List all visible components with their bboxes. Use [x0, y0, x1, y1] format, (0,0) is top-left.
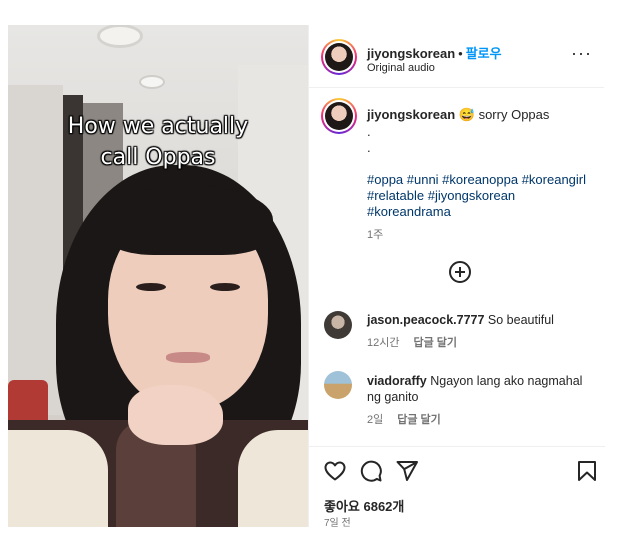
send-icon[interactable] [395, 459, 419, 483]
audio-link[interactable]: Original audio [367, 62, 435, 74]
posted-time[interactable]: 7일 전 [324, 514, 351, 529]
separator-dot: • [458, 46, 463, 61]
author-avatar[interactable] [321, 39, 357, 75]
heart-icon[interactable] [323, 459, 347, 483]
video-text-overlay: How we actually call Oppas [8, 111, 308, 173]
comments-section: jiyongskorean 😅 sorry Oppas . . #oppa #u… [309, 88, 605, 446]
action-bar: 좋아요 6862개 7일 전 [309, 446, 605, 529]
caption-emoji: 😅 [458, 107, 475, 122]
author-line: jiyongskorean • 팔로우 [367, 43, 502, 62]
comment-item: jason.peacock.7777 So beautiful [367, 312, 597, 328]
person-eye-right [210, 283, 240, 291]
caption-text: sorry Oppas [478, 107, 550, 122]
comment-text: So beautiful [487, 313, 554, 327]
caption-line: jiyongskorean 😅 sorry Oppas [367, 107, 549, 123]
bookmark-icon[interactable] [575, 459, 599, 483]
post-side-panel: jiyongskorean • 팔로우 Original audio ··· jiy… [308, 25, 605, 529]
ceiling-light-small [141, 77, 163, 87]
likes-count[interactable]: 좋아요 6862개 [324, 496, 404, 515]
ceiling-light [100, 27, 140, 45]
comment-item: viadoraffy Ngayon lang ako nagmahal ng g… [367, 373, 597, 405]
overlay-line-1: How we actually [67, 114, 249, 139]
caption-avatar[interactable] [321, 98, 357, 134]
caption-dot-1: . [367, 124, 371, 139]
reply-button[interactable]: 답글 달기 [397, 414, 441, 426]
comment-username[interactable]: jason.peacock.7777 [367, 313, 484, 327]
person-bangs [103, 185, 273, 255]
person-eye-left [136, 283, 166, 291]
post-video[interactable]: How we actually call Oppas [8, 25, 308, 527]
caption-time[interactable]: 1주 [367, 226, 383, 242]
reply-button[interactable]: 답글 달기 [413, 337, 457, 349]
person-hand [128, 385, 223, 445]
post-header: jiyongskorean • 팔로우 Original audio ··· [309, 25, 604, 88]
sweater-stripe-left [8, 430, 108, 527]
caption-username[interactable]: jiyongskorean [367, 107, 455, 122]
comment-time[interactable]: 12시간 [367, 337, 399, 349]
overlay-line-2: call Oppas [100, 145, 216, 170]
plus-circle-icon[interactable] [449, 261, 471, 283]
caption-dots: . . [367, 124, 371, 156]
more-horizontal-icon[interactable]: ··· [571, 44, 592, 62]
instagram-post: How we actually call Oppas jiyongskorean… [8, 25, 605, 529]
comment-meta: 12시간 답글 달기 [367, 334, 471, 350]
caption-hashtags[interactable]: #oppa #unni #koreanoppa #koreangirl #rel… [367, 172, 597, 220]
comment-icon[interactable] [359, 459, 383, 483]
comment-time[interactable]: 2일 [367, 414, 383, 426]
commenter-avatar[interactable] [324, 371, 352, 399]
commenter-avatar[interactable] [324, 311, 352, 339]
sweater-stripe-right [238, 430, 308, 527]
caption-dot-2: . [367, 140, 371, 155]
comment-username[interactable]: viadoraffy [367, 374, 427, 388]
comment-meta: 2일 답글 달기 [367, 411, 455, 427]
author-username[interactable]: jiyongskorean [367, 46, 455, 61]
person-lips [166, 352, 210, 363]
follow-button[interactable]: 팔로우 [466, 46, 502, 61]
